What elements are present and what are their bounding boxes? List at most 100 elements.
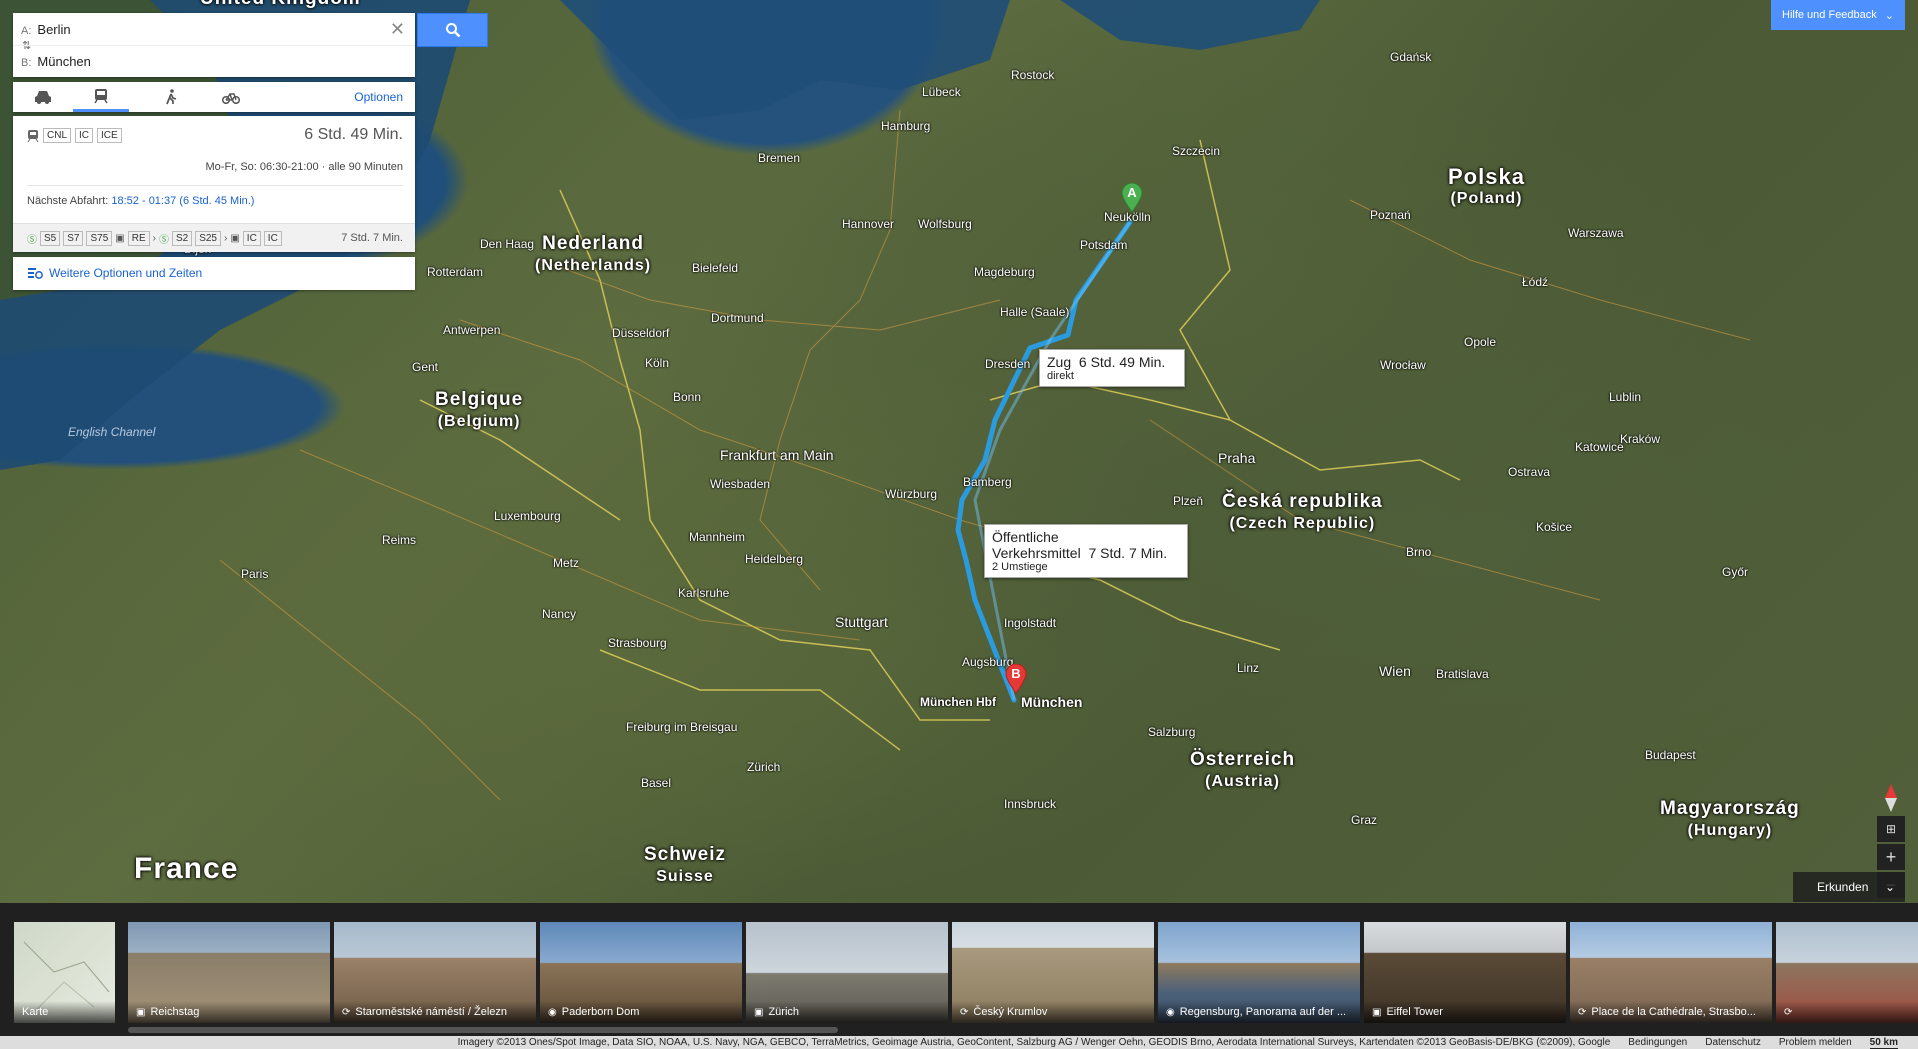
city-label[interactable]: Bonn [673,390,701,404]
city-label[interactable]: Bamberg [963,475,1012,489]
city-label[interactable]: Linz [1237,661,1259,675]
city-label[interactable]: Hamburg [881,119,930,133]
city-label[interactable]: Wien [1379,663,1411,679]
city-label[interactable]: Lublin [1609,390,1641,404]
city-label[interactable]: München [1021,694,1082,710]
photo-thumb[interactable]: ▣ Zürich [746,922,948,1023]
clear-icon[interactable]: ✕ [390,19,405,40]
city-label[interactable]: Gdańsk [1390,50,1431,64]
city-label[interactable]: Brno [1406,545,1431,559]
city-label[interactable]: Stuttgart [835,614,888,630]
mode-walk[interactable] [143,82,199,112]
tilt-button[interactable]: ⊞ [1877,816,1905,842]
city-label[interactable]: Den Haag [480,237,534,251]
city-label[interactable]: Ostrava [1508,465,1550,479]
city-label[interactable]: Nancy [542,607,576,621]
city-label[interactable]: Düsseldorf [612,326,669,340]
marker-a[interactable]: A [1121,183,1143,213]
city-label[interactable]: München Hbf [920,695,996,709]
more-options-button[interactable]: Weitere Optionen und Zeiten [13,257,415,290]
route-bubble-transit[interactable]: Öffentliche Verkehrsmittel 7 Std. 7 Min.… [984,524,1188,578]
city-label[interactable]: Ingolstadt [1004,616,1056,630]
city-label[interactable]: Mannheim [689,530,745,544]
city-label[interactable]: Wolfsburg [918,217,972,231]
city-label[interactable]: Luxembourg [494,509,561,523]
city-label[interactable]: Bremen [758,151,800,165]
terms-link[interactable]: Bedingungen [1628,1037,1687,1048]
city-label[interactable]: Wiesbaden [710,477,770,491]
city-label[interactable]: Halle (Saale) [1000,305,1069,319]
double-chevron-icon: ⌄ [1884,880,1895,894]
privacy-link[interactable]: Datenschutz [1705,1037,1761,1048]
city-label[interactable]: Magdeburg [974,265,1035,279]
city-label[interactable]: Potsdam [1080,238,1127,252]
explore-button[interactable]: Erkunden ⌄ [1793,872,1905,902]
mode-car[interactable] [15,82,71,112]
photo-thumb[interactable]: ⟳ Staroměstské náměstí / Železn [334,922,536,1023]
scale-bar[interactable]: 50 km [1869,1037,1898,1049]
city-label[interactable]: Strasbourg [608,636,667,650]
city-label[interactable]: Budapest [1645,748,1696,762]
city-label[interactable]: Freiburg im Breisgau [626,720,737,734]
city-label[interactable]: Hannover [842,217,894,231]
city-label[interactable]: Łódź [1522,275,1548,289]
city-label[interactable]: Wrocław [1380,358,1426,372]
photo-thumb[interactable]: ⟳ Place de la Cathédrale, Strasbo... [1570,922,1772,1023]
city-label[interactable]: Bielefeld [692,261,738,275]
city-label[interactable]: Bratislava [1436,667,1489,681]
city-label[interactable]: Dortmund [711,311,764,325]
photo-thumb[interactable]: ▣ Reichstag [128,922,330,1023]
city-label[interactable]: Opole [1464,335,1496,349]
city-label[interactable]: Dresden [985,357,1030,371]
city-label[interactable]: Warszawa [1568,226,1624,240]
city-label[interactable]: Szczecin [1172,144,1220,158]
options-link[interactable]: Optionen [354,90,403,104]
city-label[interactable]: Győr [1722,565,1748,579]
compass-icon[interactable] [1877,780,1905,816]
mode-transit[interactable] [73,82,129,112]
origin-field[interactable]: A: Berlin [21,22,71,37]
help-feedback-button[interactable]: Hilfe und Feedback ⌄ [1771,0,1905,30]
city-label[interactable]: Heidelberg [745,552,803,566]
mode-bike[interactable] [203,82,259,112]
route-summary[interactable]: CNL IC ICE 6 Std. 49 Min. Mo-Fr, So: 06:… [13,116,415,252]
photo-thumb-map[interactable]: Karte [14,922,115,1023]
zoom-in-button[interactable]: + [1877,844,1905,870]
photo-thumb[interactable]: ⟳ [1776,922,1918,1023]
destination-field[interactable]: B: München [21,54,91,69]
city-label[interactable]: Katowice [1575,440,1624,454]
city-label[interactable]: Salzburg [1148,725,1195,739]
city-label[interactable]: Frankfurt am Main [720,447,834,463]
photo-thumb[interactable]: ▣ Eiffel Tower [1364,922,1566,1023]
city-label[interactable]: Würzburg [885,487,937,501]
city-label[interactable]: Antwerpen [443,323,500,337]
photo-thumb[interactable]: ⟳ Český Krumlov [952,922,1154,1023]
city-label[interactable]: Basel [641,776,671,790]
city-label[interactable]: Rostock [1011,68,1054,82]
city-label[interactable]: Karlsruhe [678,586,729,600]
marker-b[interactable]: B [1005,664,1027,694]
route-bubble-train[interactable]: Zug 6 Std. 49 Min. direkt [1039,349,1185,387]
city-label[interactable]: Plzeň [1173,494,1203,508]
photo-thumb[interactable]: ◉ Regensburg, Panorama auf der ... [1158,922,1360,1023]
city-label[interactable]: Köln [645,356,669,370]
city-label[interactable]: Košice [1536,520,1572,534]
city-label[interactable]: Gent [412,360,438,374]
city-label[interactable]: Kraków [1620,432,1660,446]
search-button[interactable] [417,13,488,47]
city-label[interactable]: Paris [241,567,268,581]
city-label[interactable]: Metz [553,556,579,570]
city-label[interactable]: Praha [1218,450,1255,466]
city-label[interactable]: Zürich [747,760,780,774]
photo-thumb[interactable]: ◉ Paderborn Dom [540,922,742,1023]
photo-strip-scrollbar[interactable] [128,1027,838,1033]
city-label[interactable]: Reims [382,533,416,547]
city-label[interactable]: Graz [1351,813,1377,827]
city-label[interactable]: Innsbruck [1004,797,1056,811]
city-label[interactable]: Poznań [1370,208,1411,222]
city-label[interactable]: Rotterdam [427,265,483,279]
alt-route-legs[interactable]: Ⓢ S5 S7 S75 ▣ RE › Ⓢ S2 S25 › ▣ IC IC 7 … [13,223,415,252]
next-departure-value[interactable]: 18:52 - 01:37 (6 Std. 45 Min.) [111,195,254,207]
city-label[interactable]: Lübeck [922,85,961,99]
report-problem-link[interactable]: Problem melden [1779,1037,1852,1048]
